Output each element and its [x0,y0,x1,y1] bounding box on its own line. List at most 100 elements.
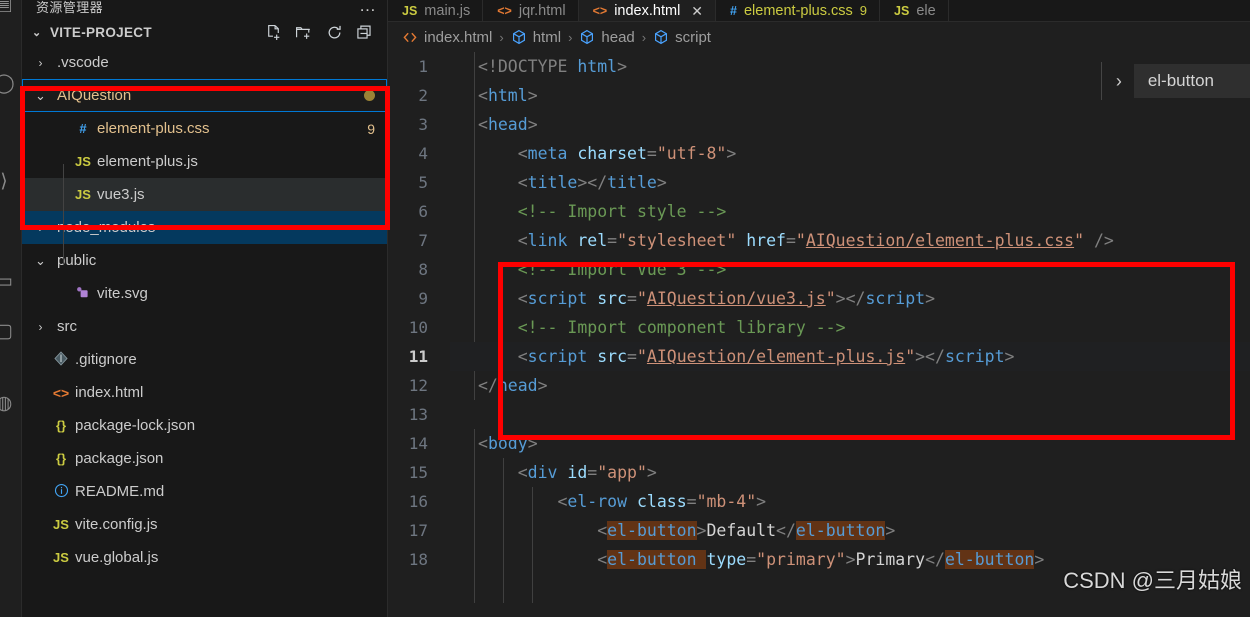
tree-file-index-html[interactable]: <>index.html [22,376,387,409]
editor-tab-bar: JSmain.js<>jqr.html<>index.html✕#element… [388,0,1250,22]
tree-file-element-plus-css[interactable]: #element-plus.css9 [22,112,387,145]
tree-file-vue3-js[interactable]: JSvue3.js [22,178,387,211]
code-line: 12</head> [388,371,1250,400]
chevron-down-icon[interactable]: ⌄ [32,88,49,104]
search-icon[interactable]: ◯ [0,70,18,98]
code-token: < [478,521,607,540]
code-line-text: <meta charset="utf-8"> [450,139,1250,168]
breadcrumb-item-head[interactable]: head [579,29,634,46]
tree-file-package-json[interactable]: {}package.json [22,442,387,475]
code-token: script [528,289,598,308]
code-token: Default [706,521,776,540]
chevron-right-icon[interactable]: › [32,320,49,334]
explorer-more-actions-icon[interactable]: … [359,1,377,11]
chevron-down-icon[interactable]: ⌄ [32,253,49,269]
code-token: = [607,231,617,250]
file-type-icon-md [49,483,73,501]
source-control-icon[interactable]: ⟩ [0,168,18,196]
code-line-text: <el-row class="mb-4"> [450,487,1250,516]
code-token: charset [577,144,647,163]
extensions-icon[interactable]: ▢ [0,318,18,346]
editor-tab-main-js[interactable]: JS main.js [388,0,483,22]
account-icon[interactable]: ◍ [0,390,18,418]
code-token: > [885,521,895,540]
breadcrumb: index.html›html›head›script [388,22,1250,52]
chevron-down-icon: ⌄ [32,26,50,39]
code-token: el-row [567,492,637,511]
code-token: " [637,347,647,366]
explorer-root-folder[interactable]: ⌄ VITE-PROJECT [22,18,387,46]
breadcrumb-item-index-html[interactable]: index.html [402,29,492,46]
symbol-field-icon [579,29,595,45]
tab-label: index.html [614,0,680,22]
code-token: AIQuestion/vue3.js [647,289,826,308]
tree-item-label: vite.svg [95,285,148,302]
code-line-text: <!-- Import component library --> [450,313,1250,342]
code-token: ></ [915,347,945,366]
code-line: 7 <link rel="stylesheet" href="AIQuestio… [388,226,1250,255]
line-number: 5 [388,168,450,197]
collapse-all-icon[interactable] [356,24,373,41]
code-line: 13 [388,400,1250,429]
line-number: 18 [388,545,450,574]
breadcrumb-item-script[interactable]: script [653,29,711,46]
line-number: 9 [388,284,450,313]
chevron-right-icon[interactable]: › [1112,71,1134,92]
editor-tab-jqr-html[interactable]: <>jqr.html [483,0,578,22]
new-folder-icon[interactable] [295,24,313,41]
code-token: <!-- Import style --> [478,202,726,221]
chevron-right-icon[interactable]: › [32,56,49,70]
file-type-icon-html: <> [49,385,73,401]
code-token: > [697,521,707,540]
tree-file-vue-global-js[interactable]: JSvue.global.js [22,541,387,574]
breadcrumb-label: index.html [424,29,492,46]
tab-close-icon[interactable]: ✕ [691,0,703,22]
code-line-text: <!-- Import style --> [450,197,1250,226]
code-token: el-button [945,550,1034,569]
tree-folder--vscode[interactable]: ›.vscode [22,46,387,79]
tree-file-element-plus-js[interactable]: JSelement-plus.js [22,145,387,178]
suggest-widget[interactable]: › el-button [1101,62,1250,100]
tree-file-package-lock-json[interactable]: {}package-lock.json [22,409,387,442]
refresh-icon[interactable] [326,24,343,41]
code-token: = [627,289,637,308]
tree-folder-public[interactable]: ⌄public [22,244,387,277]
tab-label: jqr.html [519,0,566,22]
editor-tab-ele[interactable]: JSele [880,0,949,22]
code-token: > [726,144,736,163]
suggest-item-el-button[interactable]: el-button [1134,64,1250,98]
html-file-icon [402,30,418,45]
editor-tab-element-plus-css[interactable]: #element-plus.css9 [716,0,880,22]
breadcrumb-label: head [601,29,634,46]
run-debug-icon[interactable]: ▭ [0,268,18,296]
line-number: 11 [388,342,450,371]
activity-bar: 🗎 ◯ ⟩ ▭ ▢ ◍ [0,0,22,617]
files-explorer-icon[interactable]: 🗎 [0,0,18,20]
tree-file--gitignore[interactable]: .gitignore [22,343,387,376]
tab-file-type-icon: JS [402,0,417,22]
code-token: " [905,347,915,366]
code-token: el-button [607,550,706,569]
tab-label: main.js [424,0,470,22]
code-token: </ [776,521,796,540]
tree-folder-aiquestion[interactable]: ⌄AIQuestion [22,79,387,112]
chevron-right-icon[interactable]: › [32,221,49,235]
explorer-title-bar: 资源管理器 … [22,0,387,18]
tree-file-vite-svg[interactable]: vite.svg [22,277,387,310]
tree-file-readme-md[interactable]: README.md [22,475,387,508]
code-token: <!-- Import Vue 3 --> [478,260,726,279]
editor-tab-index-html[interactable]: <>index.html✕ [579,0,716,22]
explorer-title-label: 资源管理器 [36,0,103,16]
code-editor[interactable]: 1<!DOCTYPE html>2<html>3<head>4 <meta ch… [388,52,1250,617]
tree-item-badge: 9 [367,121,375,137]
tab-file-type-icon: JS [894,0,909,22]
new-file-icon[interactable] [265,24,282,41]
tree-folder-node-modules[interactable]: ›node_modules [22,211,387,244]
tree-folder-src[interactable]: ›src [22,310,387,343]
file-type-icon-js: JS [49,517,73,532]
tree-file-vite-config-js[interactable]: JSvite.config.js [22,508,387,541]
code-line: 5 <title></title> [388,168,1250,197]
breadcrumb-item-html[interactable]: html [511,29,561,46]
code-token: link [528,231,578,250]
breadcrumb-label: html [533,29,561,46]
